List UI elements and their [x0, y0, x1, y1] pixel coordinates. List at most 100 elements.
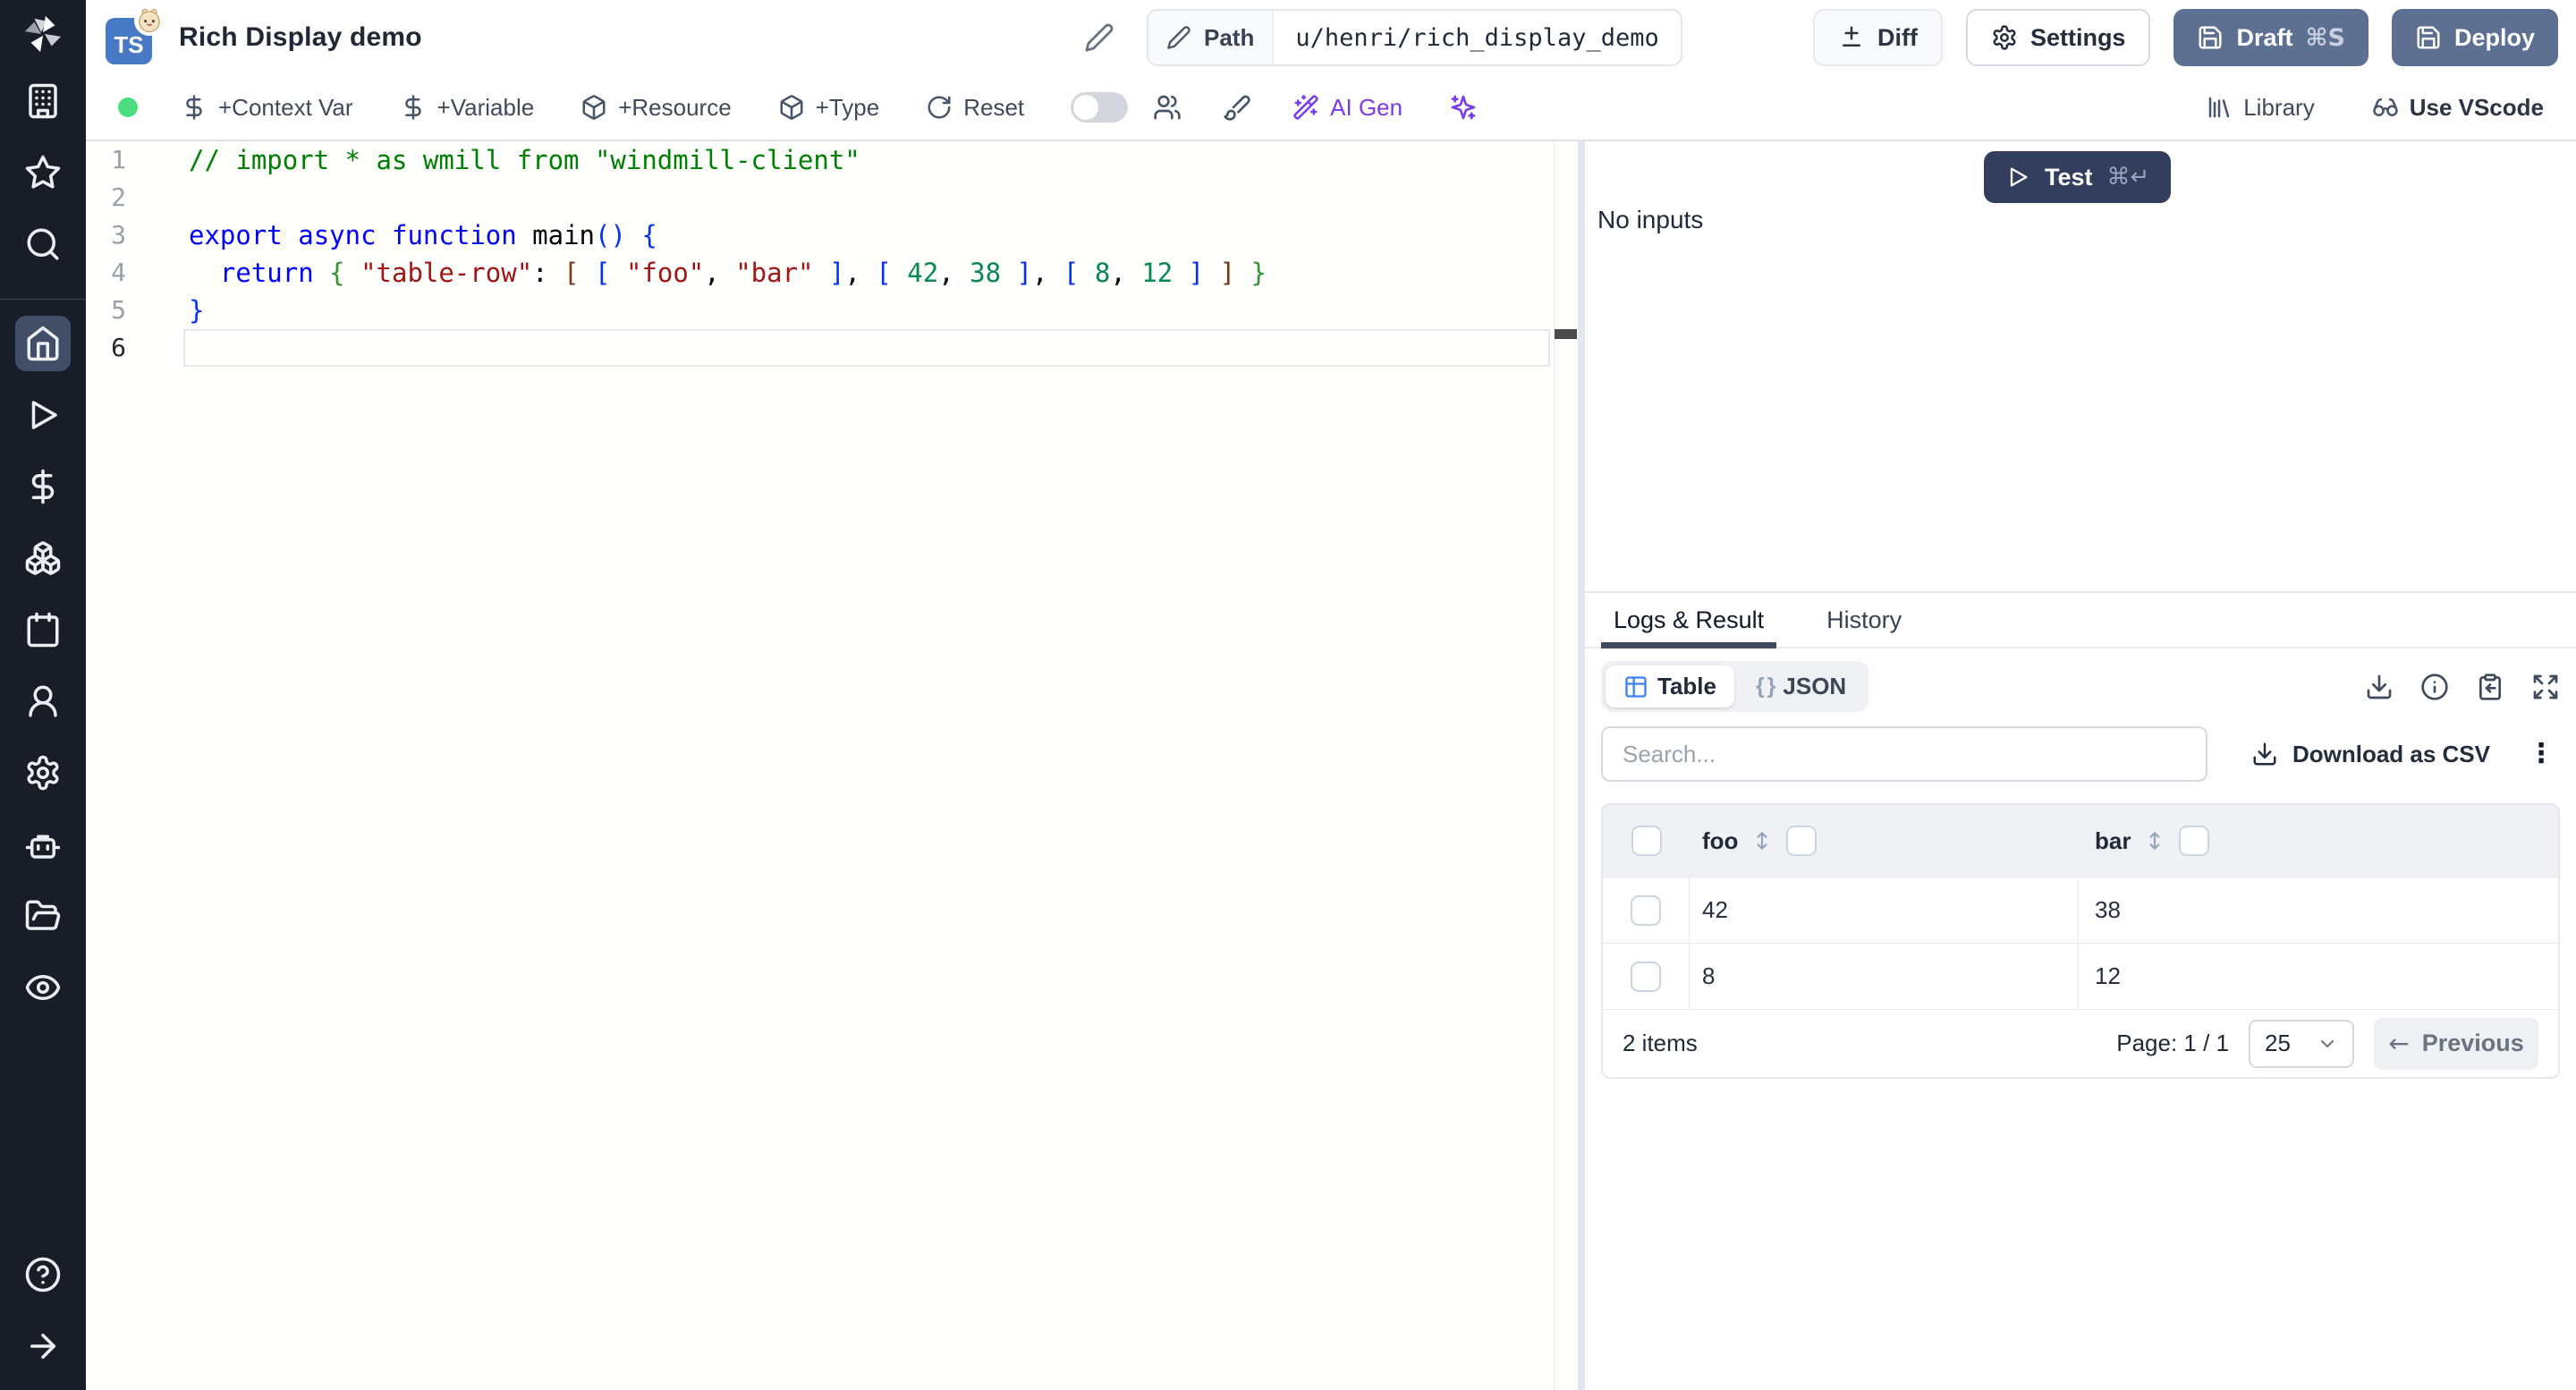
arrow-left-icon: ← [2388, 1029, 2410, 1058]
sidebar-item-search[interactable] [15, 216, 71, 272]
previous-page-button[interactable]: ← Previous [2374, 1017, 2538, 1070]
page-size-select[interactable]: 25 [2249, 1019, 2354, 1068]
play-icon [31, 401, 57, 429]
diff-icon [1842, 26, 1860, 47]
search-input[interactable] [1601, 726, 2207, 782]
download-csv-button[interactable]: Download as CSV [2251, 741, 2490, 768]
table-row[interactable]: 42 38 [1603, 877, 2558, 943]
sidebar-item-help[interactable] [15, 1247, 71, 1302]
add-context-var-label: +Context Var [218, 93, 353, 121]
path-label-section: Path [1148, 11, 1275, 64]
reset-button[interactable]: Reset [926, 94, 1024, 122]
robot-icon [25, 835, 61, 859]
sidebar-item-settings[interactable] [15, 745, 71, 801]
overview-ruler[interactable] [1554, 141, 1578, 1390]
tab-history[interactable]: History [1825, 593, 1903, 647]
multiplayer-toggle[interactable] [1071, 92, 1129, 123]
add-context-var-button[interactable]: +Context Var [181, 94, 353, 122]
eye-icon [25, 975, 61, 1000]
info-icon[interactable] [2420, 673, 2449, 701]
download-icon[interactable] [2365, 673, 2394, 701]
library-button[interactable]: Library [2206, 94, 2315, 122]
line-number: 1 [111, 145, 126, 174]
table-body: 42 38 8 12 [1603, 877, 2558, 1009]
sidebar-item-workspace[interactable] [15, 73, 71, 129]
table-footer: 2 items Page: 1 / 1 25 ← Previous [1603, 1009, 2558, 1077]
code-line[interactable]: export async function main() { [189, 216, 1578, 254]
header-actions: Diff Settings Draft ⌘S Deploy [1812, 9, 2558, 66]
add-type-button[interactable]: +Type [778, 94, 879, 122]
sidebar-item-folders[interactable] [15, 888, 71, 944]
view-json-option[interactable]: { } JSON [1738, 665, 1864, 708]
use-vscode-button[interactable]: Use VScode [2372, 94, 2544, 122]
column-filter-checkbox-bar[interactable] [2179, 826, 2210, 856]
sidebar-expand[interactable] [15, 1318, 71, 1374]
column-filter-checkbox-foo[interactable] [1786, 826, 1818, 856]
sidebar-item-audit[interactable] [15, 960, 71, 1015]
format-brush-icon[interactable] [1223, 93, 1251, 122]
expand-icon[interactable] [2531, 673, 2560, 701]
pencil-icon [1167, 26, 1191, 49]
draft-button[interactable]: Draft ⌘S [2174, 9, 2368, 66]
code-line[interactable] [189, 179, 1578, 216]
code-editor[interactable]: 1 2 3 4 5 6 // import * as wmill from "windmi… [86, 141, 1578, 1390]
view-toggle: Table { } JSON [1601, 661, 1869, 712]
sidebar-item-users[interactable] [15, 674, 71, 729]
test-button[interactable]: Test ⌘↵ [1984, 151, 2172, 203]
deploy-button[interactable]: Deploy [2391, 9, 2558, 66]
sidebar-item-workers[interactable] [15, 817, 71, 872]
view-table-option[interactable]: Table [1606, 665, 1734, 708]
column-header-bar[interactable]: bar [2095, 827, 2131, 855]
sidebar-item-favorites[interactable] [15, 145, 71, 200]
sidebar-item-home[interactable] [15, 316, 71, 371]
sparkles-icon [1451, 95, 1476, 120]
code-area[interactable]: // import * as wmill from "windmill-clie… [183, 141, 1578, 1390]
sort-icon[interactable] [1750, 829, 1774, 852]
code-line[interactable]: // import * as wmill from "windmill-clie… [189, 141, 1578, 179]
windmill-logo[interactable] [20, 11, 66, 57]
code-line[interactable] [183, 329, 1550, 367]
path-value: u/henri/rich_display_demo [1295, 23, 1659, 52]
column-header-foo[interactable]: foo [1702, 827, 1738, 855]
tab-logs-result[interactable]: Logs & Result [1600, 593, 1777, 648]
language-badge: TS [106, 5, 165, 64]
diff-button[interactable]: Diff [1812, 9, 1943, 66]
sidebar-item-schedules[interactable] [15, 602, 71, 657]
select-all-checkbox[interactable] [1631, 826, 1662, 856]
more-options-button[interactable]: ⋮ [2528, 741, 2555, 767]
row-checkbox[interactable] [1631, 894, 1661, 926]
code-lines: // import * as wmill from "windmill-clie… [183, 141, 1578, 367]
previous-label: Previous [2421, 1030, 2524, 1056]
reset-label: Reset [963, 93, 1025, 121]
result-tabs: Logs & Result History [1585, 593, 2576, 648]
ai-gen-label: AI Gen [1330, 93, 1403, 121]
dollar-icon [186, 95, 202, 120]
run-area: Test ⌘↵ No inputs [1585, 141, 2576, 591]
add-resource-button[interactable]: +Resource [580, 94, 732, 122]
status-dot [118, 97, 138, 117]
sparkles-button[interactable] [1449, 93, 1478, 122]
settings-button[interactable]: Settings [1965, 9, 2151, 66]
sort-icon[interactable] [2143, 829, 2166, 852]
edit-title-button[interactable] [1084, 22, 1114, 53]
code-line[interactable]: } [189, 292, 1578, 329]
clipboard-copy-icon[interactable] [2476, 673, 2504, 701]
code-line[interactable]: return { "table-row": [ [ "foo", "bar" ]… [189, 254, 1578, 292]
panel-splitter[interactable] [1578, 141, 1585, 1390]
row-checkbox[interactable] [1631, 961, 1661, 992]
deploy-label: Deploy [2453, 23, 2535, 51]
sidebar-item-variables[interactable] [15, 459, 71, 514]
user-icon [29, 685, 57, 717]
multiplayer-users-icon[interactable] [1153, 93, 1182, 122]
path-widget[interactable]: Path u/henri/rich_display_demo [1147, 9, 1682, 66]
add-variable-button[interactable]: +Variable [400, 94, 534, 122]
table-row[interactable]: 8 12 [1603, 943, 2558, 1009]
download-icon [2253, 742, 2276, 766]
gear-icon [27, 755, 59, 791]
ai-gen-button[interactable]: AI Gen [1292, 94, 1402, 122]
sidebar-item-runs[interactable] [15, 387, 71, 443]
sidebar-item-resources[interactable] [15, 530, 71, 586]
play-icon [2010, 167, 2028, 187]
calendar-icon [27, 612, 59, 648]
dollar-icon [404, 95, 421, 120]
